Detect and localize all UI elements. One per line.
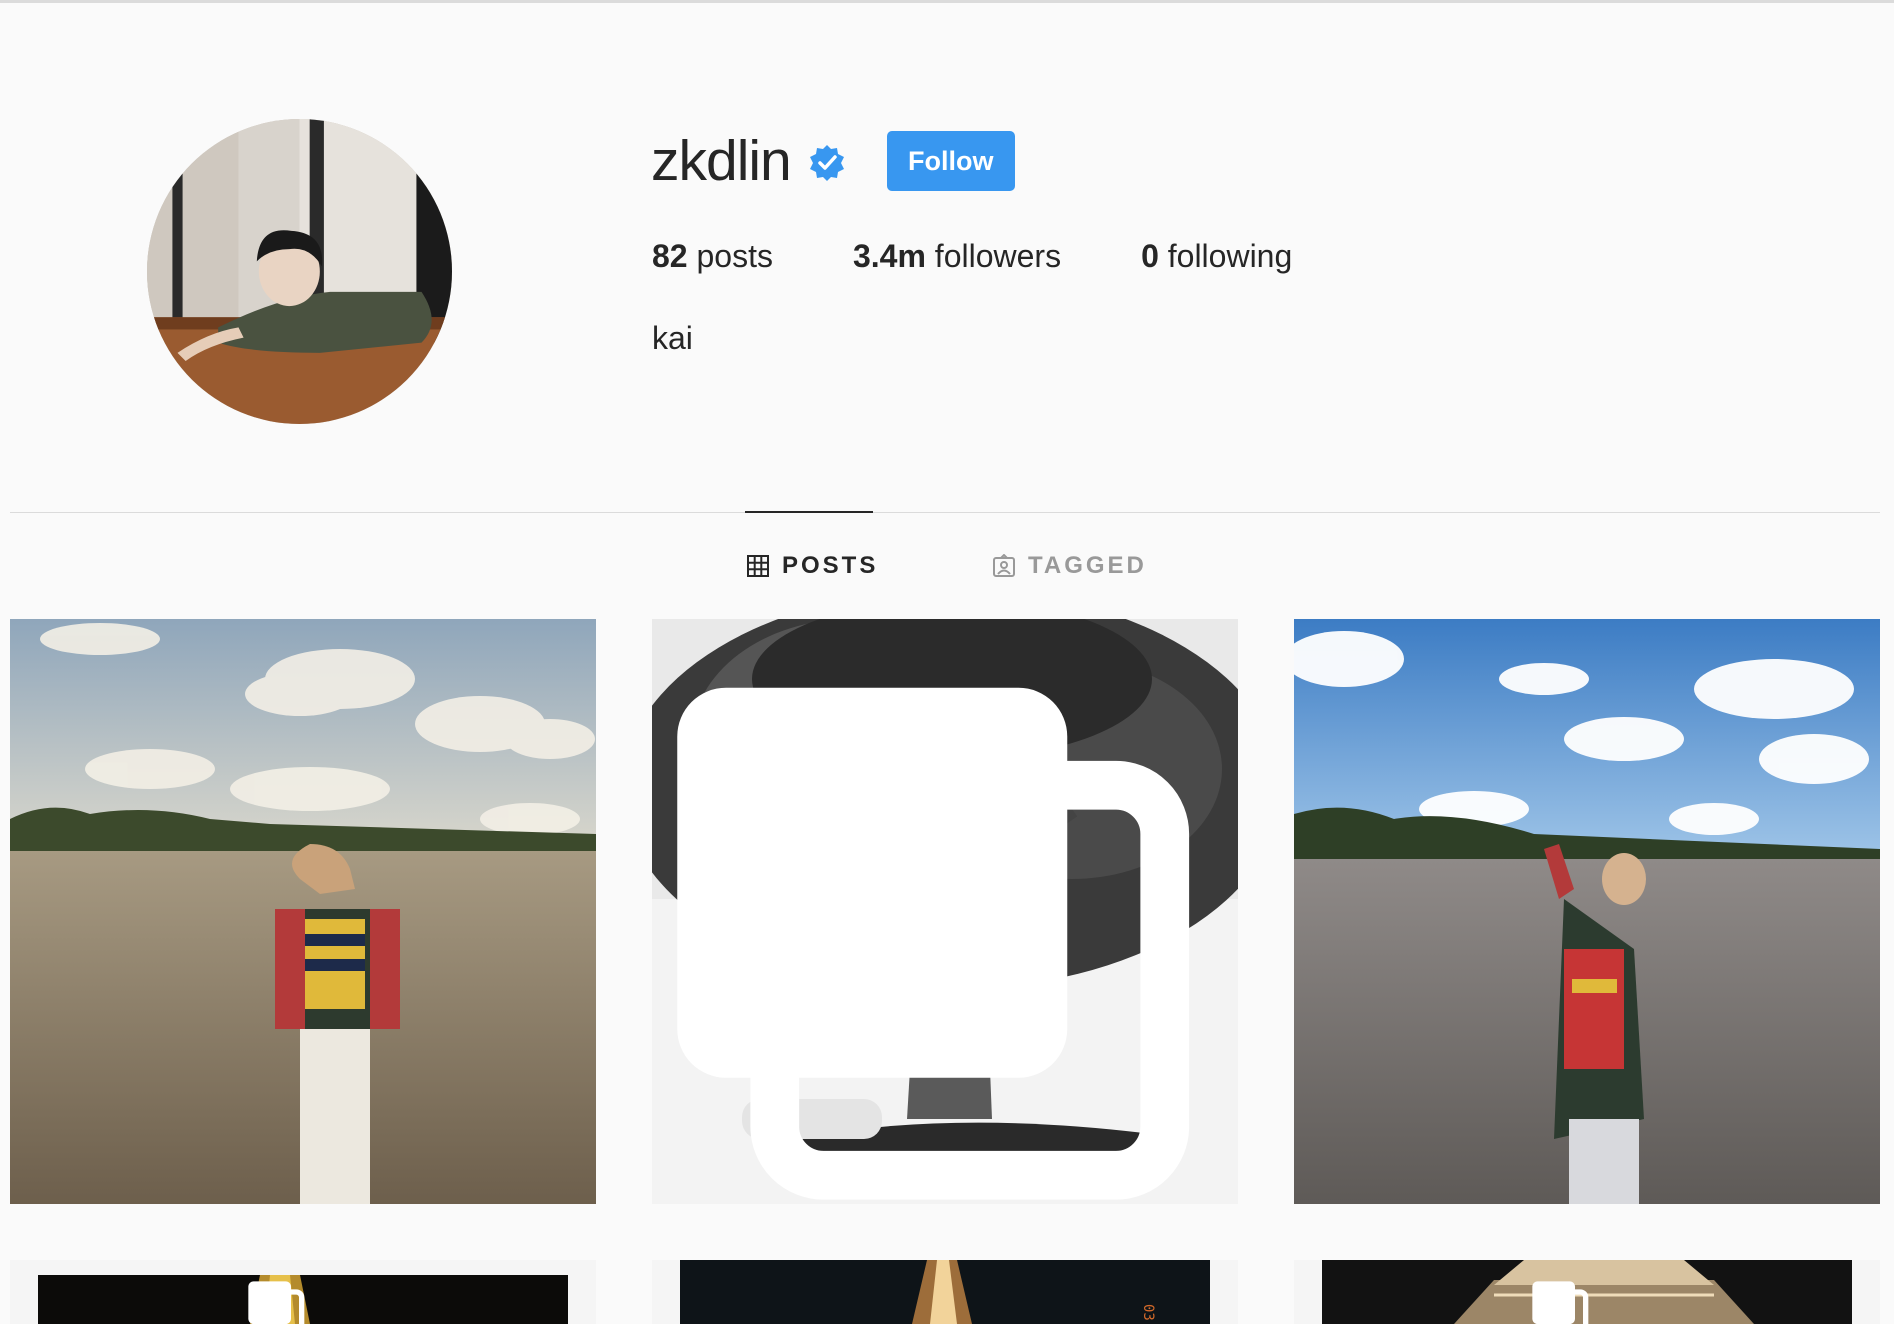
post-thumbnail[interactable] (652, 619, 1238, 1204)
following-label: following (1167, 238, 1293, 274)
posts-stat: 82 posts (652, 238, 773, 275)
active-tab-indicator (745, 511, 873, 513)
post-thumbnail[interactable] (10, 1260, 596, 1324)
multiple-photos-icon (1532, 1281, 1589, 1324)
tab-tagged-label: TAGGED (1028, 552, 1147, 579)
top-divider (0, 0, 1894, 3)
following-count: 0 (1141, 238, 1159, 274)
tab-tagged[interactable]: TAGGED (992, 552, 1147, 580)
username-row: zkdlin Follow (651, 126, 1015, 196)
post-thumbnail[interactable] (10, 619, 596, 1204)
profile-stats: 82 posts 3.4m followers 0 following (652, 238, 1372, 275)
tab-posts[interactable]: POSTS (746, 552, 878, 580)
grid-icon (747, 555, 769, 577)
followers-stat[interactable]: 3.4m followers (853, 238, 1061, 275)
profile-page: zkdlin Follow 82 posts 3.4m followers 0 … (0, 0, 1894, 1324)
follow-button[interactable]: Follow (886, 131, 1015, 191)
post-thumbnail[interactable] (1294, 619, 1880, 1204)
profile-bio: kai (652, 320, 693, 356)
username: zkdlin (651, 128, 792, 193)
post-thumbnail[interactable] (1294, 1260, 1880, 1324)
posts-label: posts (696, 238, 773, 274)
followers-label: followers (934, 238, 1062, 274)
svg-text:03: 03 (1140, 1304, 1156, 1321)
multiple-photos-icon (677, 687, 1190, 1200)
following-stat[interactable]: 0 following (1141, 238, 1292, 275)
multiple-photos-icon (248, 1281, 305, 1324)
posts-count: 82 (652, 238, 688, 274)
tabs-divider (10, 512, 1880, 513)
tagged-icon (993, 554, 1015, 577)
followers-count: 3.4m (852, 238, 926, 274)
profile-avatar[interactable] (147, 119, 452, 424)
tab-posts-label: POSTS (782, 552, 879, 579)
verified-badge-icon (809, 145, 844, 181)
post-thumbnail[interactable]: 03 (652, 1260, 1238, 1324)
